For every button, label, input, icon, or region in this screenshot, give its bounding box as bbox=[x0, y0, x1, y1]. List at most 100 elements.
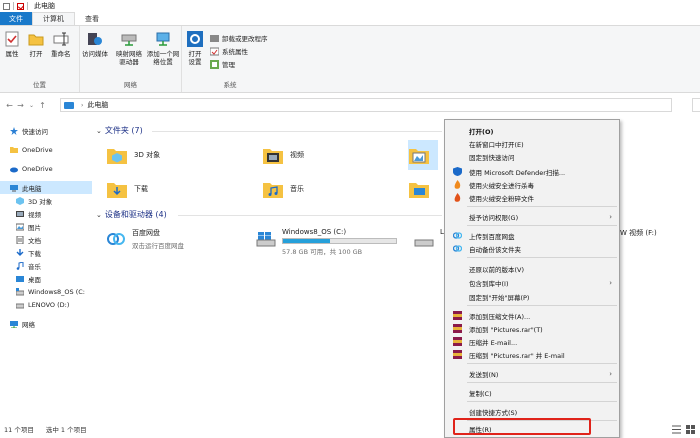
rename-icon bbox=[53, 32, 69, 46]
tab-computer[interactable]: 计算机 bbox=[32, 12, 75, 25]
folder-tile-desktop[interactable] bbox=[408, 174, 438, 204]
sidebar-item-pictures[interactable]: 图片 bbox=[0, 220, 92, 233]
sidebar-item-label: 视频 bbox=[28, 210, 41, 219]
sidebar-item-quick-access[interactable]: 快速访问 bbox=[0, 124, 92, 137]
tab-file[interactable]: 文件 bbox=[0, 12, 32, 25]
address-path[interactable]: 此电脑 bbox=[87, 100, 108, 110]
sidebar-item-label: 图片 bbox=[28, 223, 41, 232]
sidebar-item-3d-objects[interactable]: 3D 对象 bbox=[0, 194, 92, 207]
ctx-defender-scan[interactable]: 使用 Microsoft Defender扫描... bbox=[445, 166, 619, 177]
rename-label: 重命名 bbox=[51, 50, 71, 58]
folder-tile-downloads[interactable]: 下载 bbox=[106, 174, 246, 204]
group-label-network: 网络 bbox=[124, 81, 137, 89]
sidebar-item-this-pc[interactable]: 此电脑 bbox=[0, 181, 92, 194]
tiles-view-icon[interactable] bbox=[686, 425, 695, 434]
sidebar-item-network[interactable]: 网络 bbox=[0, 317, 92, 330]
sidebar-item-music[interactable]: 音乐 bbox=[0, 259, 92, 272]
gear-icon bbox=[187, 31, 203, 47]
drive-icon bbox=[16, 287, 24, 295]
folders-section-header[interactable]: ⌄ 文件夹 (7) bbox=[96, 125, 143, 136]
sidebar-item-drive-c[interactable]: Windows8_OS (C: bbox=[0, 285, 92, 298]
device-tile-drive-f[interactable]: W 视频 (F:) bbox=[620, 224, 700, 258]
rename-button[interactable]: 重命名 bbox=[51, 30, 71, 58]
map-network-drive-button[interactable]: 映射网络驱动器 bbox=[113, 30, 145, 66]
sidebar-item-label: OneDrive bbox=[22, 145, 53, 154]
ctx-pin-quick-access[interactable]: 固定到快速访问 bbox=[445, 151, 619, 162]
item-count: 11 个项目 bbox=[4, 426, 34, 434]
device-tile-drive-l[interactable]: L bbox=[414, 224, 444, 258]
ctx-pin-start[interactable]: 固定到"开始"屏幕(P) bbox=[445, 291, 619, 302]
folder-tile-pictures[interactable] bbox=[408, 140, 438, 170]
toolbar-divider bbox=[27, 2, 28, 10]
ctx-send-to[interactable]: 发送到(N) › bbox=[445, 368, 619, 379]
ctx-auto-backup[interactable]: 自动备份该文件夹 bbox=[445, 243, 619, 254]
forward-arrow-icon[interactable]: → bbox=[15, 99, 26, 111]
collapse-chevron-icon[interactable]: ⌄ bbox=[96, 127, 102, 135]
ctx-label: 使用火绒安全粉碎文件 bbox=[469, 194, 534, 203]
pc-icon bbox=[64, 101, 74, 109]
device-tile-drive-c[interactable]: Windows8_OS (C:) 57.8 GB 可用，共 100 GB bbox=[256, 224, 406, 258]
ctx-grant-access[interactable]: 授予访问权限(G) › bbox=[445, 211, 619, 222]
search-input[interactable] bbox=[692, 98, 700, 112]
properties-highlight-box bbox=[453, 418, 591, 435]
winrar-icon bbox=[453, 337, 462, 346]
ctx-open[interactable]: 打开(O) bbox=[445, 125, 619, 136]
properties-button[interactable]: 属性 bbox=[3, 30, 21, 58]
path-separator-icon[interactable]: › bbox=[81, 102, 83, 109]
sidebar-item-drive-d[interactable]: LENOVO (D:) bbox=[0, 298, 92, 311]
address-toolbar: ← → ⌄ ↑ › 此电脑 bbox=[0, 94, 700, 116]
open-settings-button[interactable]: 打开设置 bbox=[186, 30, 204, 66]
ctx-label: 包含到库中(I) bbox=[469, 279, 509, 288]
open-label: 打开 bbox=[29, 50, 43, 58]
ctx-huorong-shred[interactable]: 使用火绒安全粉碎文件 bbox=[445, 192, 619, 203]
ctx-add-to-pictures-rar[interactable]: 添加到 "Pictures.rar"(T) bbox=[445, 323, 619, 334]
folder-tile-music[interactable]: 音乐 bbox=[262, 174, 402, 204]
uninstall-program-button[interactable]: 卸载或更改程序 bbox=[210, 33, 268, 43]
ctx-separator bbox=[467, 382, 617, 383]
sidebar-item-videos[interactable]: 视频 bbox=[0, 207, 92, 220]
details-view-icon[interactable] bbox=[672, 425, 681, 434]
ctx-create-shortcut[interactable]: 创建快捷方式(S) bbox=[445, 406, 619, 417]
tab-view[interactable]: 查看 bbox=[75, 12, 109, 25]
manage-button[interactable]: 管理 bbox=[210, 59, 235, 69]
system-properties-button[interactable]: 系统属性 bbox=[210, 46, 248, 56]
checkmark-icon[interactable] bbox=[17, 2, 24, 10]
ctx-include-in-library[interactable]: 包含到库中(I) › bbox=[445, 277, 619, 288]
ctx-huorong-scan[interactable]: 使用火绒安全进行杀毒 bbox=[445, 179, 619, 190]
sidebar-item-label: 桌面 bbox=[28, 275, 41, 284]
sidebar-item-onedrive-folder[interactable]: OneDrive bbox=[0, 143, 92, 156]
ctx-compress-email[interactable]: 压缩并 E-mail... bbox=[445, 336, 619, 347]
device-name: Windows8_OS (C:) bbox=[282, 228, 347, 236]
ctx-restore-versions[interactable]: 还原以前的版本(V) bbox=[445, 263, 619, 274]
devices-section-header[interactable]: ⌄ 设备和驱动器 (4) bbox=[96, 209, 167, 220]
folder-tile-videos[interactable]: 视频 bbox=[262, 140, 402, 170]
sidebar-item-downloads[interactable]: 下载 bbox=[0, 246, 92, 259]
ctx-add-to-archive[interactable]: 添加到压缩文件(A)... bbox=[445, 310, 619, 321]
recent-locations-chevron-icon[interactable]: ⌄ bbox=[26, 99, 37, 111]
back-arrow-icon[interactable]: ← bbox=[4, 99, 15, 111]
device-tile-baidu-netdisk[interactable]: 百度网盘 双击运行百度网盘 bbox=[106, 224, 246, 258]
sidebar-item-documents[interactable]: 文档 bbox=[0, 233, 92, 246]
access-media-label: 访问媒体 bbox=[82, 50, 108, 58]
ctx-upload-baidu[interactable]: 上传到百度网盘 bbox=[445, 230, 619, 241]
drive-usage-fill bbox=[283, 239, 331, 243]
ctx-copy[interactable]: 复制(C) bbox=[445, 387, 619, 398]
folder-tile-3d-objects[interactable]: 3D 对象 bbox=[106, 140, 246, 170]
manage-label: 管理 bbox=[222, 61, 235, 69]
access-media-button[interactable]: 访问媒体 bbox=[82, 30, 108, 58]
properties-quick-icon[interactable] bbox=[3, 2, 10, 10]
add-network-location-button[interactable]: 添加一个网络位置 bbox=[146, 30, 180, 66]
ribbon-tabs: 文件 计算机 查看 bbox=[0, 12, 700, 25]
sidebar-item-desktop[interactable]: 桌面 bbox=[0, 272, 92, 285]
ctx-compress-rar-email[interactable]: 压缩到 "Pictures.rar" 并 E-mail bbox=[445, 349, 619, 360]
winrar-icon bbox=[453, 311, 462, 320]
navigation-pane: 快速访问 OneDrive OneDrive 此电脑 3D 对象 视频 图片 文… bbox=[0, 124, 92, 420]
address-field[interactable]: › 此电脑 bbox=[60, 98, 672, 112]
up-arrow-icon[interactable]: ↑ bbox=[37, 99, 48, 111]
open-button[interactable]: 打开 bbox=[27, 30, 45, 58]
media-icon bbox=[88, 33, 102, 45]
ctx-open-new-window[interactable]: 在新窗口中打开(E) bbox=[445, 138, 619, 149]
collapse-chevron-icon[interactable]: ⌄ bbox=[96, 211, 102, 219]
sidebar-item-onedrive[interactable]: OneDrive bbox=[0, 162, 92, 175]
submenu-arrow-icon: › bbox=[609, 278, 612, 287]
